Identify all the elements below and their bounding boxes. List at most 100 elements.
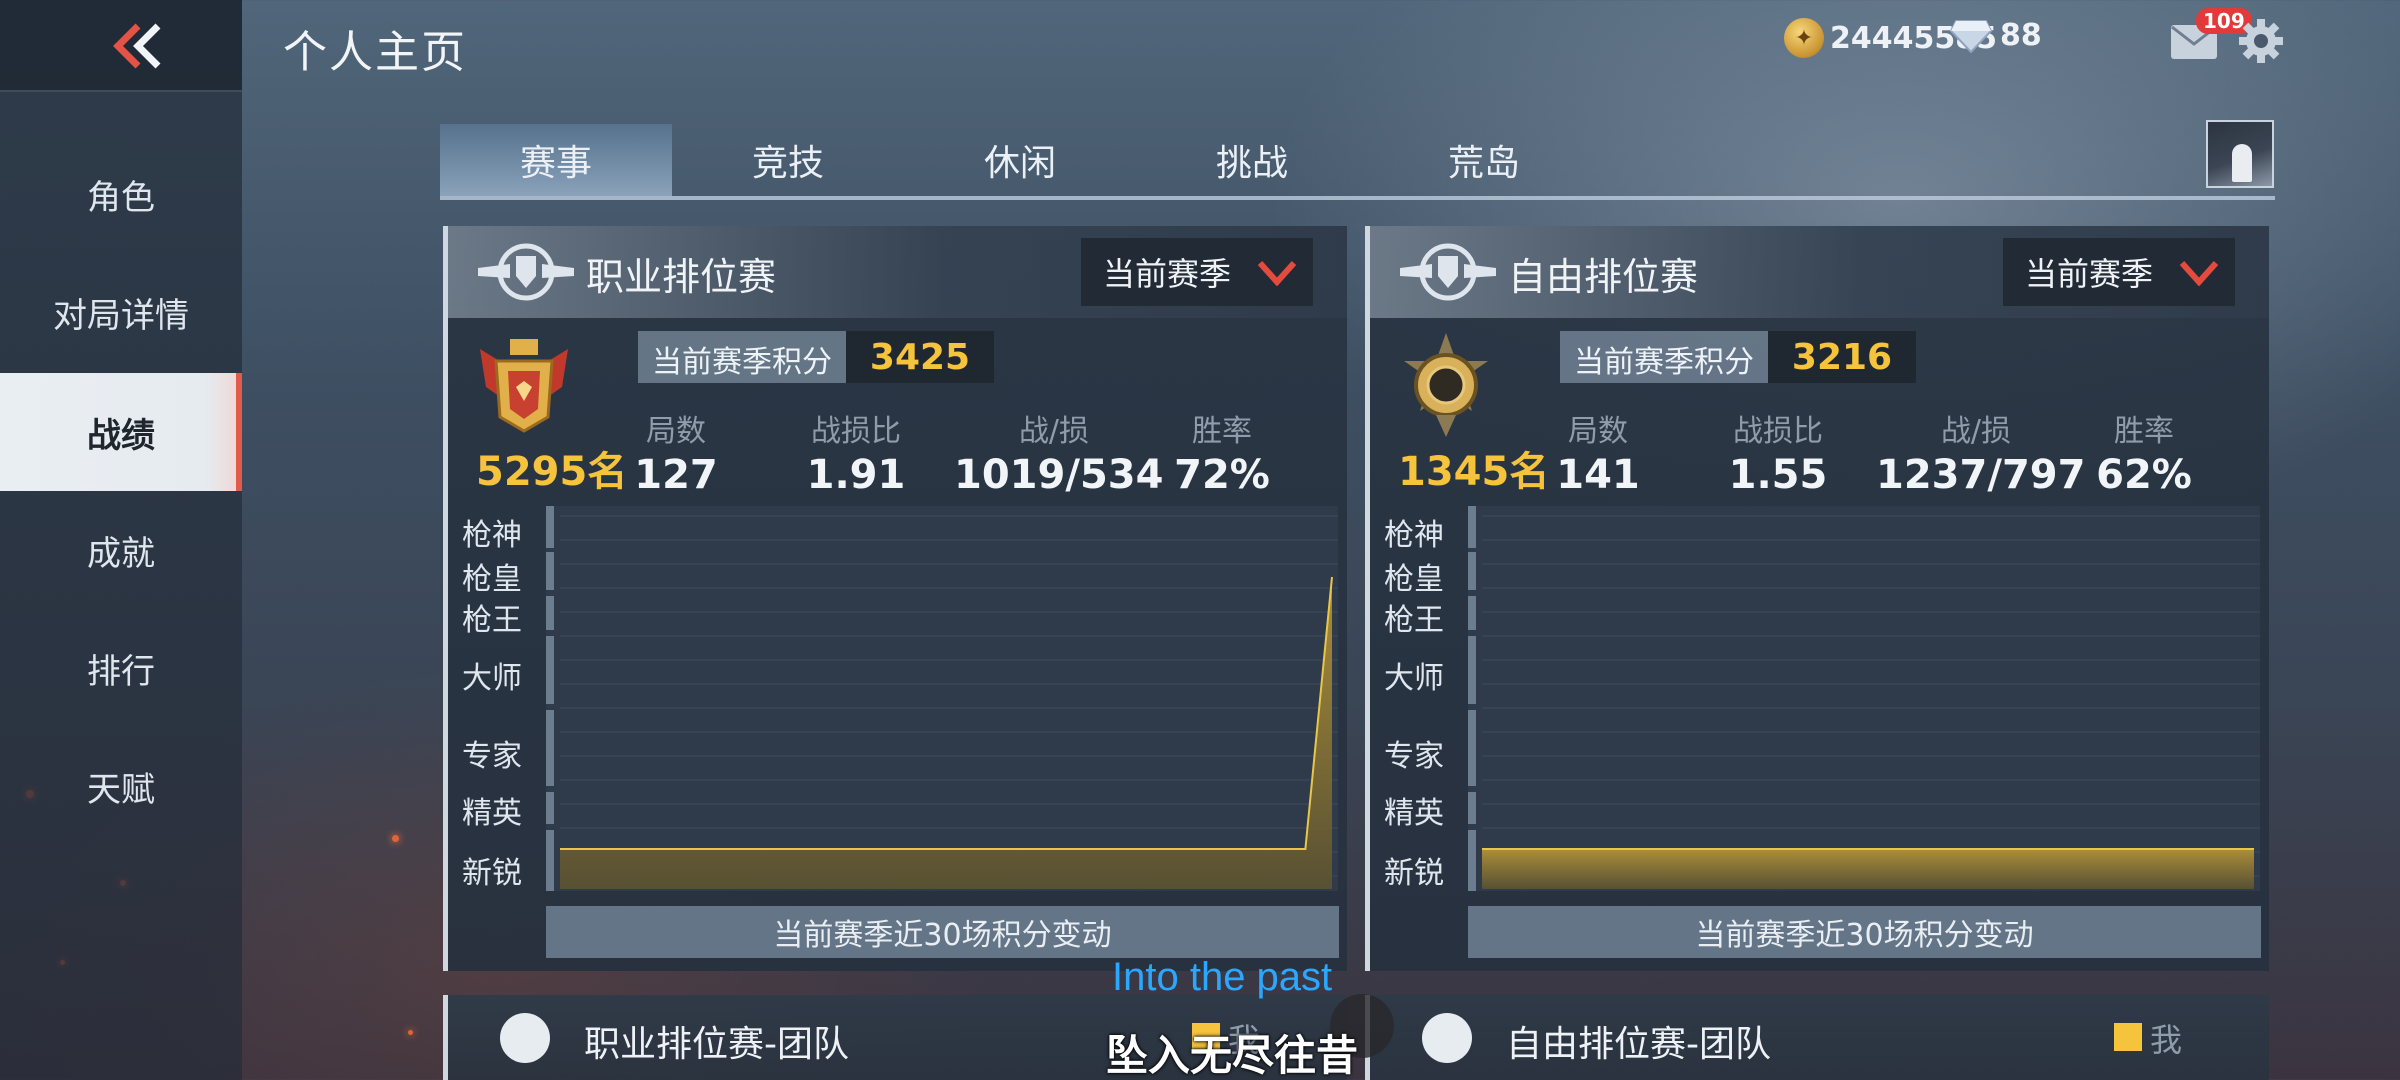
season-score: 当前赛季积分 3425 <box>638 331 994 383</box>
stat-label: 战/损 <box>1940 414 2012 449</box>
panel-header: 职业排位赛 当前赛季 <box>448 226 1347 318</box>
chart-tier-label: 枪神 <box>462 518 522 553</box>
ranked-emblem-icon <box>478 243 574 301</box>
panel-title: 自由排位赛 <box>1508 255 1699 299</box>
sidebar-item-talent[interactable]: 天赋 <box>0 727 242 845</box>
chart-tier-segment <box>1468 636 1476 704</box>
season-dropdown-label: 当前赛季 <box>1103 255 1232 293</box>
chart-tier-label: 新锐 <box>462 856 522 891</box>
chart-tier-segment <box>1468 792 1476 824</box>
chart-tier-segment <box>546 710 554 786</box>
page-title: 个人主页 <box>283 27 467 78</box>
stat-kills-deaths: 战/损 1019/534 <box>954 406 1163 498</box>
stat-value: 72% <box>1174 452 1270 498</box>
score-chart: 枪神枪皇枪王大师专家精英新锐 <box>460 506 1338 891</box>
tab-competitive[interactable]: 竞技 <box>672 124 904 196</box>
season-score-value: 3425 <box>846 331 994 383</box>
stat-label: 局数 <box>1568 414 1628 449</box>
chart-tier-segment <box>1468 552 1476 590</box>
ranked-emblem-icon <box>1400 243 1496 301</box>
ranked-panel-free: 自由排位赛 当前赛季 1345名 当前赛季积分 3216 局数 141 战损比 … <box>1365 226 2269 971</box>
chart-tier-segment <box>546 792 554 824</box>
chart-tier-segment <box>1468 596 1476 630</box>
chart-tier-segment <box>1468 830 1476 891</box>
stat-value: 1.55 <box>1728 452 1828 498</box>
season-dropdown[interactable]: 当前赛季 <box>1081 238 1313 306</box>
chart-tier-segment <box>1468 710 1476 786</box>
chevron-down-icon <box>2179 260 2219 286</box>
sidebar-item-match-details[interactable]: 对局详情 <box>0 253 242 371</box>
ranked-panel-pro: 职业排位赛 当前赛季 5295名 当前赛季积分 3425 局数 127 战损比 … <box>443 226 1347 971</box>
stat-value: 1.91 <box>806 452 906 498</box>
tab-events[interactable]: 赛事 <box>440 124 672 196</box>
score-chart: 枪神 枪皇 枪王 大师 专家 精英 新锐 <box>1382 506 2260 891</box>
season-dropdown[interactable]: 当前赛季 <box>2003 238 2235 306</box>
rank-badge-icon <box>1404 333 1488 437</box>
stat-value: 127 <box>634 452 718 498</box>
season-score-value: 3216 <box>1768 331 1916 383</box>
stat-value: 1237/797 <box>1876 452 2086 498</box>
chart-area <box>1482 849 2254 889</box>
tab-casual[interactable]: 休闲 <box>904 124 1136 196</box>
chart-tier-label: 枪王 <box>1384 603 1444 638</box>
stat-label: 胜率 <box>2114 414 2174 449</box>
chart-tier-label: 精英 <box>462 796 522 831</box>
chart-tier-label: 专家 <box>1384 739 1444 774</box>
chart-tier-label: 枪王 <box>462 603 522 638</box>
stat-matches: 局数 127 <box>586 406 766 498</box>
stat-value: 141 <box>1556 452 1640 498</box>
sidebar-item-ranking[interactable]: 排行 <box>0 609 242 727</box>
gear-icon[interactable] <box>2238 18 2284 64</box>
season-score-label: 当前赛季积分 <box>1560 331 1768 383</box>
team-icon <box>1422 1013 1472 1063</box>
chart-tier-segment <box>1468 506 1476 548</box>
stat-win-rate: 胜率 72% <box>1132 406 1312 498</box>
avatar[interactable] <box>2206 120 2274 188</box>
subtitle-chinese: 坠入无尽往昔 <box>1106 1031 1359 1080</box>
diamond-amount: 88 <box>2000 18 2042 53</box>
sidebar: 角色 对局详情 战绩 成就 排行 天赋 <box>0 0 242 1080</box>
subtitle-english: Into the past <box>1112 955 1333 999</box>
chart-tier-segment <box>546 596 554 630</box>
sidebar-item-character[interactable]: 角色 <box>0 135 242 253</box>
chart-tier-segment <box>546 506 554 548</box>
stat-value: 62% <box>2096 452 2192 498</box>
stat-kd-ratio: 战损比 1.91 <box>766 406 946 498</box>
chart-tier-label: 精英 <box>1384 796 1444 831</box>
sidebar-item-achievements[interactable]: 成就 <box>0 491 242 609</box>
season-score-label: 当前赛季积分 <box>638 331 846 383</box>
chart-tier-label: 大师 <box>462 661 522 696</box>
chart-tier-segment <box>546 830 554 891</box>
stat-kd-ratio: 战损比 1.55 <box>1688 406 1868 498</box>
ember-particle <box>408 1030 413 1035</box>
diamond-icon <box>1950 19 1992 53</box>
coin-icon: ✦ <box>1784 18 1824 58</box>
chart-plot <box>546 506 1338 891</box>
tab-challenge[interactable]: 挑战 <box>1136 124 1368 196</box>
stat-kills-deaths: 战/损 1237/797 <box>1876 406 2086 498</box>
chevron-down-icon <box>1257 260 1297 286</box>
chart-tier-label: 枪皇 <box>462 562 522 597</box>
legend-swatch <box>2114 1023 2142 1051</box>
sidebar-item-record[interactable]: 战绩 <box>0 373 242 491</box>
season-dropdown-label: 当前赛季 <box>2025 255 2154 293</box>
stat-label: 战损比 <box>811 414 901 449</box>
rank-badge-icon <box>480 339 568 433</box>
team-panel-free: 自由排位赛-团队 我 <box>1365 995 2269 1080</box>
back-button[interactable] <box>0 0 242 92</box>
team-title: 自由排位赛-团队 <box>1506 1024 1771 1065</box>
chart-tier-label: 大师 <box>1384 661 1444 696</box>
mode-tabs: 赛事 竞技 休闲 挑战 荒岛 <box>440 124 2275 200</box>
stat-label: 局数 <box>646 414 706 449</box>
chart-tier-label: 专家 <box>462 739 522 774</box>
diamond-currency[interactable]: 88 <box>1950 18 2042 53</box>
back-chevron-icon[interactable] <box>108 22 168 70</box>
ember-particle <box>392 835 399 842</box>
tab-island[interactable]: 荒岛 <box>1368 124 1600 196</box>
chart-tier-label: 枪皇 <box>1384 562 1444 597</box>
panel-header: 自由排位赛 当前赛季 <box>1370 226 2269 318</box>
chart-tier-segment <box>546 552 554 590</box>
stat-label: 胜率 <box>1192 414 1252 449</box>
team-title: 职业排位赛-团队 <box>584 1024 849 1065</box>
chart-footer: 当前赛季近30场积分变动 <box>546 906 1339 958</box>
